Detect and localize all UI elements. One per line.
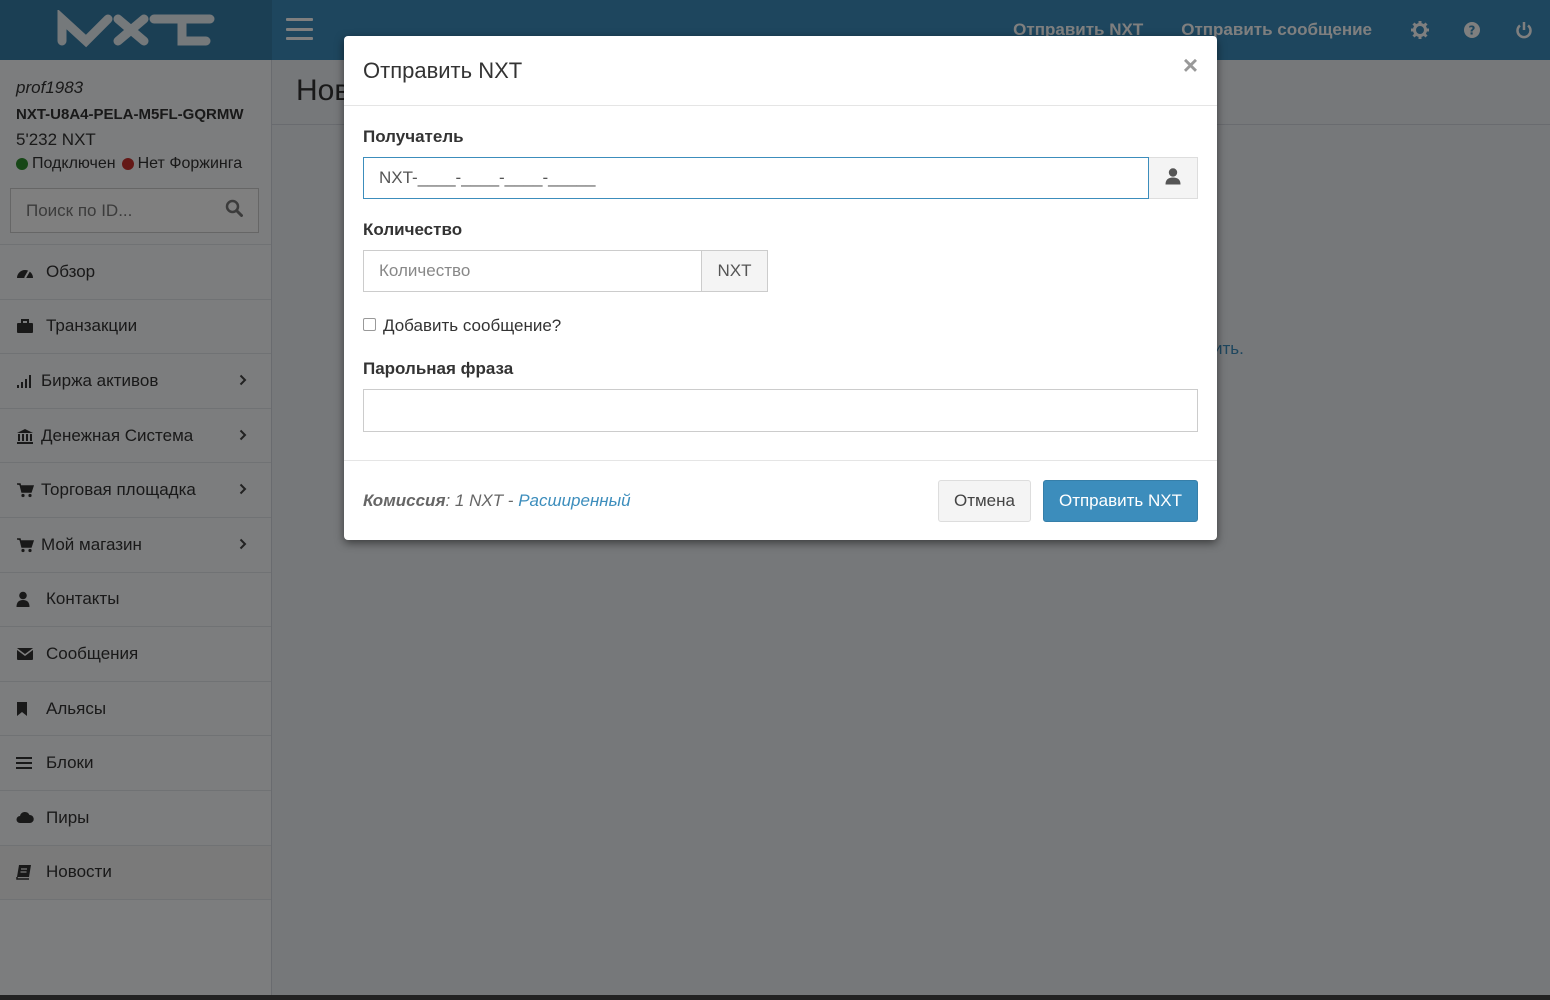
contacts-button[interactable] [1149, 157, 1198, 199]
fee-info: Комиссия: 1 NXT - Расширенный [363, 491, 938, 511]
fee-value: : 1 NXT - [445, 490, 519, 510]
add-message-checkbox[interactable] [363, 317, 376, 331]
amount-input[interactable]: Количество [363, 250, 702, 292]
advanced-link[interactable]: Расширенный [518, 491, 630, 510]
send-nxt-button[interactable]: Отправить NXT [1042, 479, 1198, 522]
add-message-label[interactable]: Добавить сообщение? [383, 316, 561, 336]
fee-label: Комиссия [363, 490, 446, 510]
modal-header: Отправить NXT × [344, 36, 1217, 106]
amount-label: Количество [363, 220, 463, 239]
close-icon[interactable]: × [1183, 52, 1198, 78]
modal-body: Получатель NXT-____-____-____-_____ Коли… [344, 106, 1217, 460]
add-message-row: Добавить сообщение? [363, 316, 1198, 336]
passphrase-input[interactable] [363, 389, 1198, 432]
amount-group: Количество NXT [363, 250, 1198, 292]
recipient-group: NXT-____-____-____-_____ [363, 157, 1198, 199]
bottom-border [0, 995, 1550, 1000]
passphrase-label: Парольная фраза [363, 359, 514, 378]
recipient-label: Получатель [363, 127, 464, 146]
cancel-button[interactable]: Отмена [937, 479, 1031, 522]
send-nxt-modal: Отправить NXT × Получатель NXT-____-____… [344, 36, 1217, 540]
amount-unit: NXT [702, 250, 768, 292]
modal-footer: Комиссия: 1 NXT - Расширенный Отмена Отп… [344, 460, 1217, 540]
modal-title: Отправить NXT [363, 57, 523, 83]
user-icon [1164, 167, 1182, 190]
recipient-input[interactable]: NXT-____-____-____-_____ [363, 157, 1149, 199]
